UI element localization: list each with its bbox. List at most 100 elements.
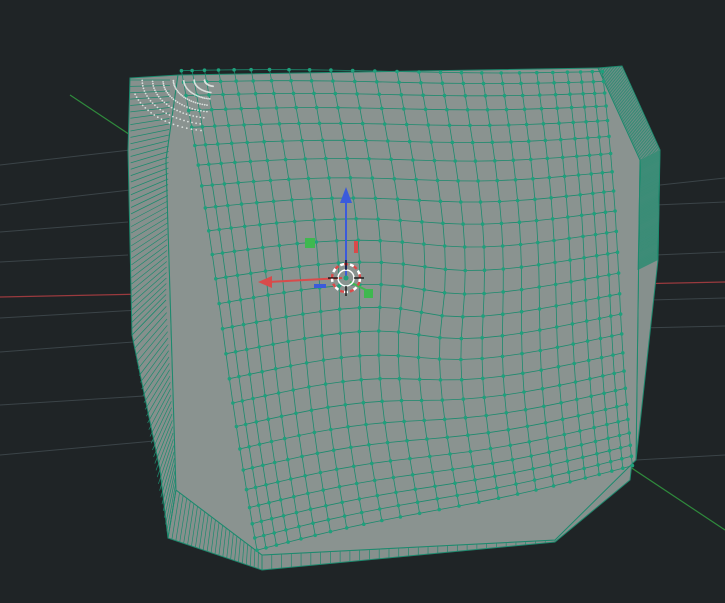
mesh-vertex[interactable] (493, 474, 497, 479)
mesh-vertex[interactable] (378, 238, 383, 243)
mesh-vertex[interactable] (614, 229, 619, 234)
mesh-vertex[interactable] (504, 107, 509, 112)
mesh-vertex[interactable] (342, 138, 346, 143)
mesh-vertex[interactable] (579, 213, 584, 218)
mesh-vertex[interactable] (421, 93, 425, 97)
mesh-vertex[interactable] (222, 182, 227, 186)
mesh-vertex[interactable] (354, 481, 359, 486)
mesh-vertex[interactable] (556, 364, 561, 369)
mesh-vertex[interactable] (276, 480, 280, 484)
mesh-vertex[interactable] (493, 159, 497, 163)
mesh-vertex[interactable] (510, 457, 515, 462)
mesh-vertex[interactable] (417, 333, 421, 337)
mesh-vertex[interactable] (514, 482, 518, 486)
mesh-vertex[interactable] (221, 92, 225, 97)
mesh-vertex[interactable] (480, 336, 485, 340)
mesh-vertex[interactable] (269, 439, 274, 444)
mesh-vertex[interactable] (593, 439, 598, 444)
mesh-vertex[interactable] (254, 200, 259, 205)
mesh-vertex[interactable] (309, 197, 314, 201)
mesh-vertex[interactable] (612, 371, 616, 376)
mesh-vertex[interactable] (594, 253, 599, 258)
mesh-vertex[interactable] (358, 354, 362, 358)
mesh-vertex[interactable] (377, 329, 381, 333)
mesh-vertex[interactable] (629, 454, 634, 459)
mesh-vertex[interactable] (560, 155, 565, 160)
mesh-vertex[interactable] (251, 179, 256, 184)
mesh-vertex[interactable] (573, 380, 578, 384)
mesh-vertex[interactable] (519, 81, 523, 86)
mesh-vertex[interactable] (615, 250, 620, 254)
mesh-vertex[interactable] (613, 209, 617, 213)
mesh-vertex[interactable] (278, 498, 283, 502)
mesh-vertex[interactable] (511, 158, 516, 162)
mesh-vertex[interactable] (316, 262, 321, 267)
mesh-vertex[interactable] (320, 333, 324, 338)
mesh-vertex[interactable] (423, 265, 427, 269)
mesh-vertex[interactable] (396, 353, 401, 358)
mesh-vertex[interactable] (552, 238, 556, 243)
mesh-vertex[interactable] (259, 519, 264, 524)
mesh-vertex[interactable] (442, 417, 447, 422)
mesh-vertex[interactable] (357, 329, 362, 334)
mesh-vertex[interactable] (389, 157, 393, 162)
mesh-vertex[interactable] (326, 405, 330, 410)
mesh-vertex[interactable] (610, 469, 614, 473)
mesh-vertex[interactable] (481, 81, 486, 86)
mesh-vertex[interactable] (411, 158, 415, 162)
mesh-vertex[interactable] (592, 211, 596, 216)
mesh-vertex[interactable] (433, 484, 437, 489)
mesh-vertex[interactable] (306, 176, 311, 181)
mesh-vertex[interactable] (300, 454, 304, 459)
mesh-vertex[interactable] (630, 463, 635, 468)
mesh-vertex[interactable] (537, 307, 542, 311)
mesh-vertex[interactable] (370, 176, 375, 180)
mesh-vertex[interactable] (550, 217, 555, 221)
mesh-vertex[interactable] (311, 521, 315, 525)
gizmo-xz-plane-handle[interactable] (305, 238, 315, 248)
mesh-vertex[interactable] (586, 136, 590, 140)
mesh-vertex[interactable] (303, 474, 307, 478)
mesh-vertex[interactable] (536, 81, 540, 85)
mesh-vertex[interactable] (595, 275, 600, 279)
mesh-vertex[interactable] (481, 376, 485, 381)
mesh-vertex[interactable] (522, 390, 526, 394)
mesh-vertex[interactable] (476, 179, 480, 183)
mesh-vertex[interactable] (450, 467, 455, 472)
mesh-vertex[interactable] (266, 293, 270, 297)
mesh-vertex[interactable] (321, 488, 326, 492)
mesh-vertex[interactable] (313, 533, 318, 538)
mesh-vertex[interactable] (606, 436, 610, 441)
mesh-vertex[interactable] (571, 120, 575, 125)
mesh-vertex[interactable] (253, 91, 258, 96)
mesh-vertex[interactable] (398, 218, 403, 223)
mesh-vertex[interactable] (584, 120, 588, 124)
mesh-vertex[interactable] (564, 446, 568, 451)
mesh-vertex[interactable] (284, 315, 288, 319)
mesh-vertex[interactable] (509, 140, 513, 144)
mesh-vertex[interactable] (254, 320, 259, 325)
mesh-vertex[interactable] (455, 493, 460, 498)
mesh-vertex[interactable] (602, 391, 606, 396)
mesh-vertex[interactable] (486, 430, 491, 435)
mesh-vertex[interactable] (559, 137, 563, 142)
mesh-vertex[interactable] (238, 298, 243, 302)
mesh-vertex[interactable] (575, 397, 579, 402)
mesh-vertex[interactable] (496, 496, 501, 501)
mesh-vertex[interactable] (519, 265, 524, 269)
mesh-vertex[interactable] (581, 92, 585, 96)
mesh-vertex[interactable] (234, 79, 238, 83)
mesh-vertex[interactable] (605, 422, 609, 427)
mesh-vertex[interactable] (344, 526, 349, 530)
mesh-vertex[interactable] (462, 292, 467, 296)
mesh-vertex[interactable] (524, 122, 529, 127)
mesh-vertex[interactable] (357, 260, 362, 264)
mesh-vertex[interactable] (542, 404, 546, 409)
mesh-vertex[interactable] (586, 358, 591, 363)
mesh-vertex[interactable] (370, 461, 374, 466)
mesh-vertex[interactable] (595, 119, 600, 123)
mesh-vertex[interactable] (545, 436, 550, 440)
mesh-vertex[interactable] (400, 240, 405, 244)
mesh-vertex[interactable] (210, 183, 215, 187)
mesh-vertex[interactable] (388, 459, 393, 463)
